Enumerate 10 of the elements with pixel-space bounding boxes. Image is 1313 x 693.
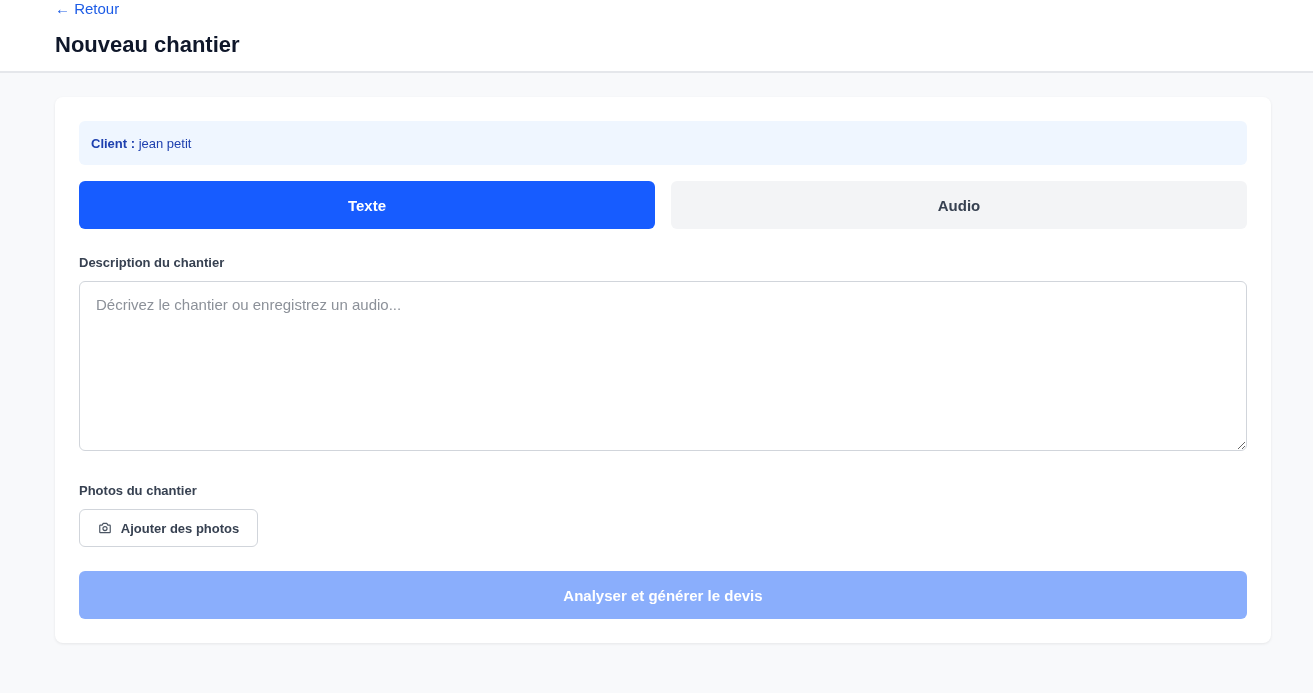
page-title: Nouveau chantier (55, 31, 241, 59)
photos-label: Photos du chantier (79, 483, 197, 499)
mode-tab[interactable]: Texte (79, 181, 655, 229)
mode-tab[interactable]: Audio (671, 181, 1247, 229)
description-field[interactable]: Décrivez le chantier ou enregistrez un audio... (79, 281, 1247, 451)
client-info: Client : jean petit (79, 121, 1247, 165)
description-label: Description du chantier (79, 255, 225, 271)
back-link[interactable]: ← Retour (55, 1, 120, 16)
camera-icon (97, 521, 112, 535)
add-photos-button[interactable]: Ajouter des photos (79, 509, 258, 547)
